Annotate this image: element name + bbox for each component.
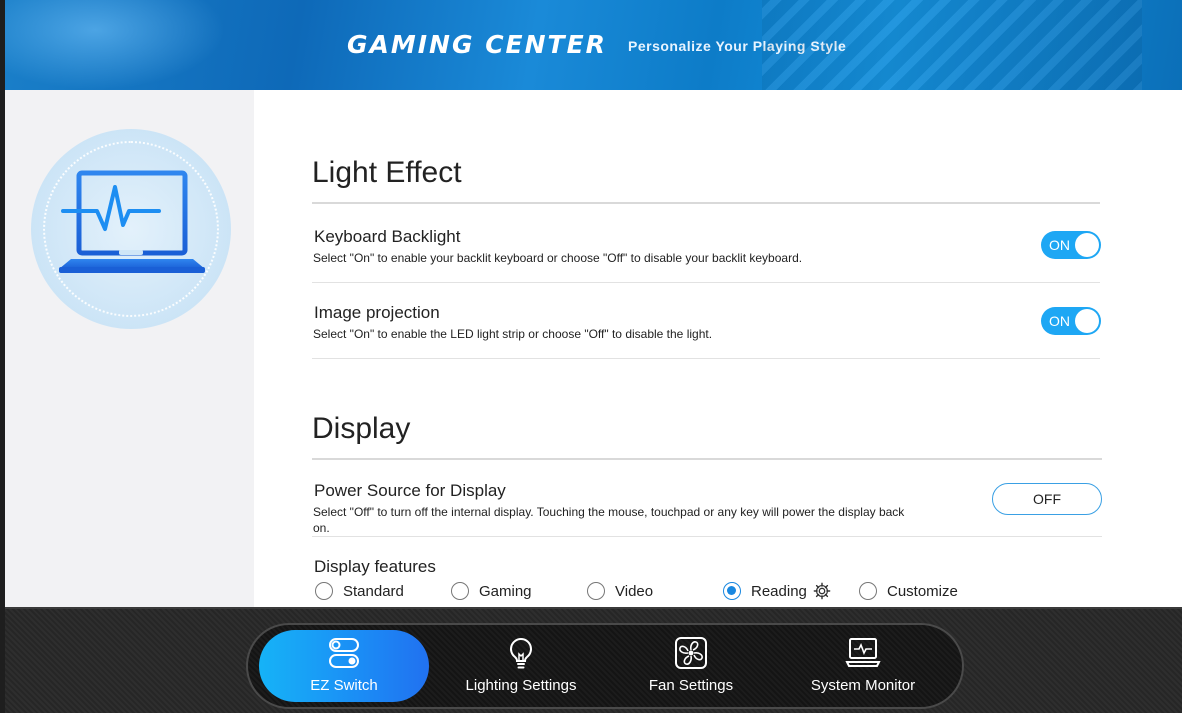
radio-gaming[interactable]: Gaming [451, 582, 532, 600]
keyboard-backlight-title: Keyboard Backlight [314, 227, 461, 246]
lightbulb-icon [510, 637, 532, 669]
section-title-display: Display [312, 412, 411, 445]
dock-item-system-monitor[interactable]: System Monitor [778, 630, 948, 702]
settings-panel: Light Effect Keyboard Backlight Select "… [254, 90, 1182, 607]
laptop-pulse-icon [59, 170, 205, 273]
dock-item-label: Fan Settings [648, 677, 734, 694]
laptop-monitor-icon [845, 638, 881, 667]
dock-item-lighting-settings[interactable]: Lighting Settings [436, 630, 606, 702]
display-features-title: Display features [314, 557, 436, 576]
radio-label: Reading [751, 582, 807, 600]
toggle-knob [1075, 233, 1099, 257]
section-title-light-effect: Light Effect [312, 156, 462, 189]
dock-item-ez-switch[interactable]: EZ Switch [259, 630, 429, 702]
brand-title: GAMING CENTER [347, 30, 607, 59]
radio-label: Standard [343, 582, 404, 600]
bottom-bar: EZ Switch Lighting Settings Fan Settings [5, 607, 1182, 713]
power-source-desc: Select "Off" to turn off the internal di… [313, 505, 905, 535]
toggle-switch-icon [329, 638, 359, 668]
row-divider [312, 358, 1100, 359]
row-divider [312, 536, 1102, 537]
image-projection-toggle[interactable]: ON [1041, 307, 1101, 335]
header-banner: GAMING CENTER Personalize Your Playing S… [5, 0, 1182, 90]
radio-dot [859, 582, 877, 600]
image-projection-title: Image projection [314, 303, 440, 322]
radio-label: Video [615, 582, 654, 600]
dock-item-label: EZ Switch [310, 677, 378, 694]
toggle-knob [1075, 309, 1099, 333]
keyboard-backlight-toggle[interactable]: ON [1041, 231, 1101, 259]
side-panel [5, 90, 254, 607]
section-divider [312, 202, 1100, 204]
toggle-state-label: ON [1049, 313, 1070, 329]
display-features-radio-group: Standard Gaming Video Reading Customize [314, 582, 1174, 604]
dock-item-fan-settings[interactable]: Fan Settings [606, 630, 776, 702]
brand-tagline: Personalize Your Playing Style [628, 38, 847, 54]
power-source-title: Power Source for Display [314, 481, 506, 500]
radio-customize[interactable]: Customize [859, 582, 958, 600]
nav-dock: EZ Switch Lighting Settings Fan Settings [246, 623, 964, 709]
power-source-toggle[interactable]: OFF [992, 483, 1102, 515]
radio-dot [451, 582, 469, 600]
dock-item-label: System Monitor [810, 677, 916, 694]
row-divider [312, 282, 1100, 283]
radio-reading[interactable]: Reading [723, 582, 831, 600]
gear-icon[interactable] [813, 582, 831, 600]
section-divider [312, 458, 1102, 460]
radio-video[interactable]: Video [587, 582, 653, 600]
toggle-state-label: ON [1049, 237, 1070, 253]
radio-dot [315, 582, 333, 600]
radio-dot-selected [723, 582, 741, 600]
hero-illustration [31, 129, 231, 329]
radio-label: Customize [887, 582, 958, 600]
image-projection-desc: Select "On" to enable the LED light stri… [313, 327, 713, 341]
keyboard-backlight-desc: Select "On" to enable your backlit keybo… [313, 251, 803, 265]
radio-dot [587, 582, 605, 600]
radio-label: Gaming [479, 582, 532, 600]
dock-item-label: Lighting Settings [465, 677, 577, 694]
fan-icon [675, 637, 707, 669]
radio-standard[interactable]: Standard [315, 582, 404, 600]
